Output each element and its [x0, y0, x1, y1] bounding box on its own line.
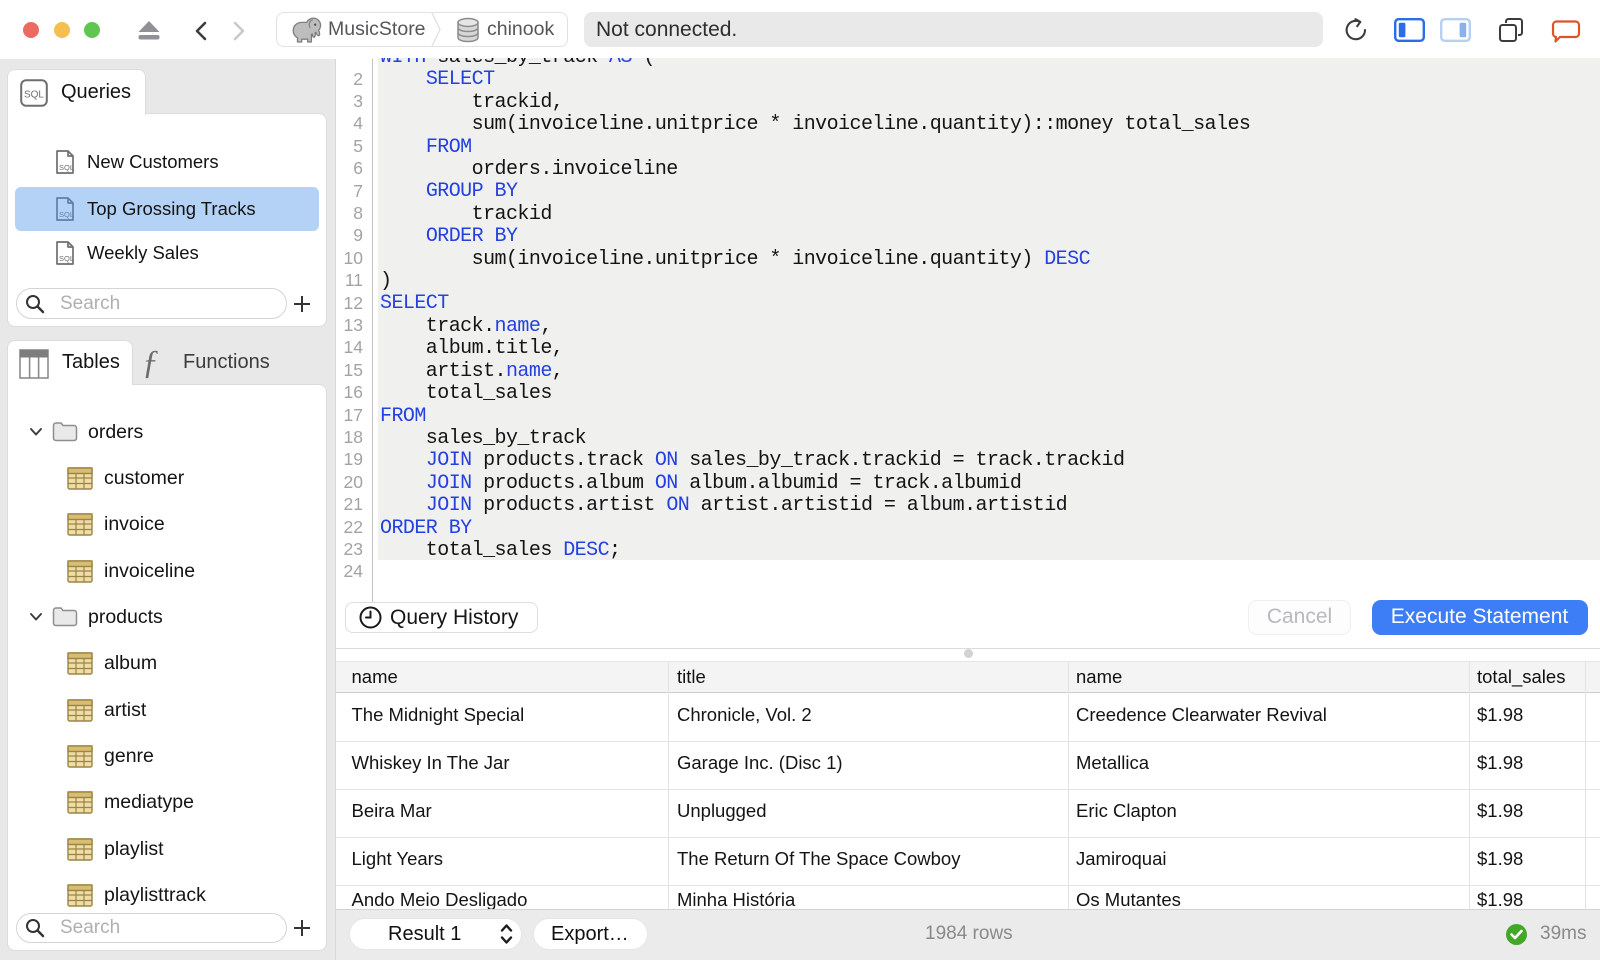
- svg-text:SQL: SQL: [59, 210, 74, 219]
- svg-text:SQL: SQL: [24, 90, 44, 101]
- svg-text:SQL: SQL: [59, 163, 74, 172]
- svg-text:SQL: SQL: [59, 254, 74, 263]
